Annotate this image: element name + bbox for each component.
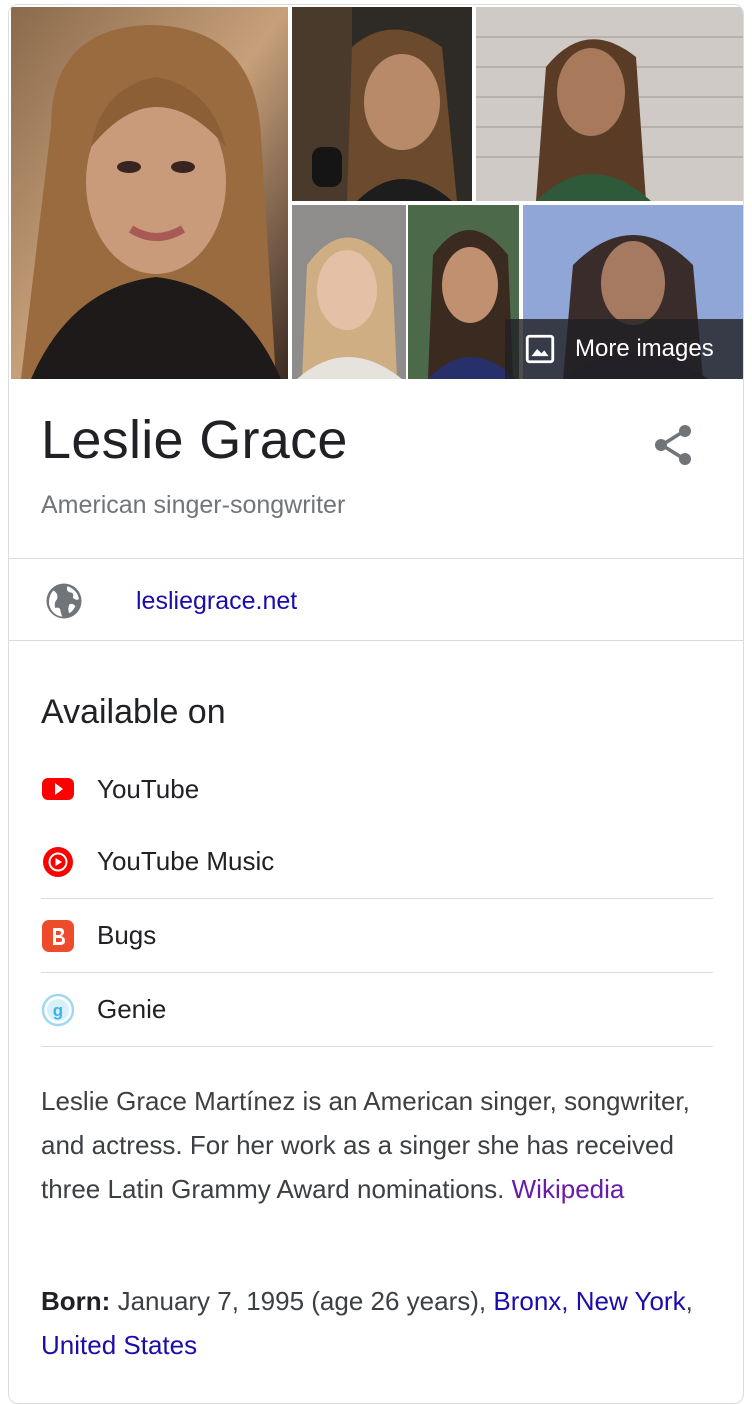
born-value: January 7, 1995 (age 26 years), <box>117 1286 487 1316</box>
share-icon <box>655 425 691 465</box>
born-separator: , <box>685 1286 693 1316</box>
born-label: Born: <box>41 1286 111 1316</box>
born-place-link[interactable]: Bronx, New York <box>493 1286 685 1316</box>
platform-label: YouTube Music <box>97 846 275 876</box>
platform-youtube[interactable]: YouTube <box>41 753 713 825</box>
platform-label: Genie <box>97 994 167 1024</box>
image-brick-wall[interactable] <box>476 7 743 201</box>
image-icon <box>525 334 555 364</box>
genie-icon: g <box>41 993 75 1027</box>
platform-list: YouTube YouTube Music Bugs g Genie <box>41 753 713 1047</box>
entity-subtitle: American singer-songwriter <box>41 491 346 519</box>
platform-youtube-music[interactable]: YouTube Music <box>41 825 713 899</box>
svg-text:g: g <box>53 1001 63 1020</box>
platform-genie[interactable]: g Genie <box>41 973 713 1047</box>
image-portrait-main[interactable] <box>11 7 288 379</box>
bugs-icon <box>41 919 75 953</box>
image-gallery: More images <box>9 5 743 379</box>
more-images-button[interactable]: More images <box>505 319 743 379</box>
website-link[interactable]: lesliegrace.net <box>136 587 297 616</box>
platform-bugs[interactable]: Bugs <box>41 899 713 973</box>
available-on-heading: Available on <box>41 693 226 731</box>
wikipedia-link[interactable]: Wikipedia <box>512 1174 625 1204</box>
entity-description: Leslie Grace Martínez is an American sin… <box>41 1079 721 1211</box>
born-fact: Born: January 7, 1995 (age 26 years), Br… <box>41 1279 721 1367</box>
more-images-label: More images <box>575 335 714 362</box>
platform-label: YouTube <box>97 773 200 804</box>
image-green-backdrop[interactable] <box>408 205 519 379</box>
entity-header: Leslie Grace American singer-songwriter <box>9 379 743 559</box>
website-row: lesliegrace.net <box>9 559 743 641</box>
youtube-music-icon <box>41 845 75 879</box>
globe-icon <box>46 583 82 619</box>
born-country-link[interactable]: United States <box>41 1330 197 1360</box>
youtube-icon <box>41 772 75 806</box>
entity-title: Leslie Grace <box>41 410 348 470</box>
platform-label: Bugs <box>97 920 157 950</box>
image-interview[interactable] <box>292 7 472 201</box>
share-button[interactable] <box>649 421 697 469</box>
image-event-blonde[interactable] <box>292 205 406 379</box>
knowledge-panel: More images Leslie Grace American singer… <box>8 4 744 1404</box>
